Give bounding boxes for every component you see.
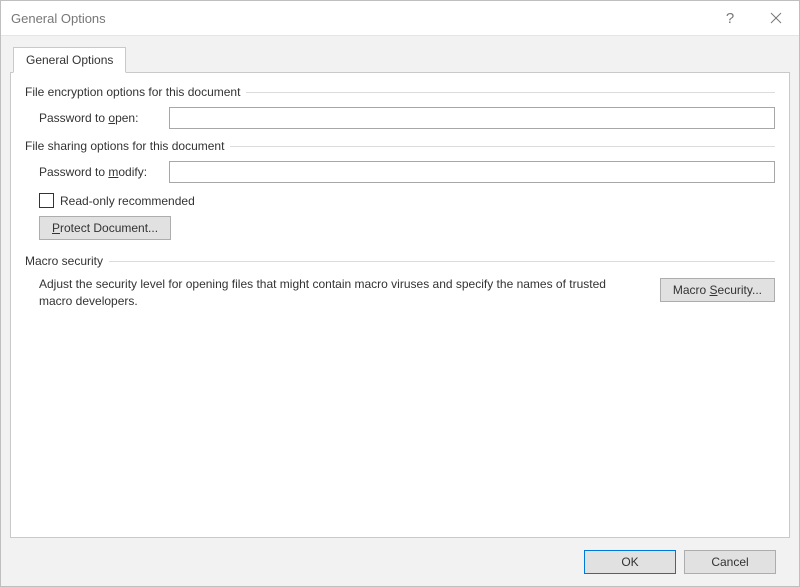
password-open-row: Password to open: bbox=[25, 107, 775, 129]
group-macro-label: Macro security bbox=[25, 254, 103, 268]
group-macro: Macro security bbox=[25, 254, 775, 268]
close-button[interactable] bbox=[753, 1, 799, 35]
readonly-label[interactable]: Read-only recommended bbox=[60, 194, 195, 208]
divider bbox=[246, 92, 775, 93]
close-icon bbox=[770, 12, 782, 24]
titlebar: General Options ? bbox=[1, 1, 799, 35]
help-icon: ? bbox=[726, 11, 734, 26]
password-open-input[interactable] bbox=[169, 107, 775, 129]
help-button[interactable]: ? bbox=[707, 1, 753, 35]
general-options-dialog: General Options ? General Options File e… bbox=[0, 0, 800, 587]
tab-general-options[interactable]: General Options bbox=[13, 47, 126, 73]
group-sharing: File sharing options for this document bbox=[25, 139, 775, 153]
tabpanel: File encryption options for this documen… bbox=[10, 72, 790, 538]
password-modify-input[interactable] bbox=[169, 161, 775, 183]
divider bbox=[230, 146, 775, 147]
readonly-row: Read-only recommended bbox=[25, 193, 775, 208]
window-title: General Options bbox=[11, 11, 106, 26]
macro-security-button[interactable]: Macro Security... bbox=[660, 278, 775, 302]
protect-row: Protect Document... bbox=[25, 216, 775, 240]
group-encryption: File encryption options for this documen… bbox=[25, 85, 775, 99]
macro-description: Adjust the security level for opening fi… bbox=[39, 276, 660, 311]
ok-button[interactable]: OK bbox=[584, 550, 676, 574]
macro-row: Adjust the security level for opening fi… bbox=[25, 276, 775, 311]
password-open-label: Password to open: bbox=[39, 111, 169, 125]
divider bbox=[109, 261, 775, 262]
protect-document-button[interactable]: Protect Document... bbox=[39, 216, 171, 240]
password-modify-row: Password to modify: bbox=[25, 161, 775, 183]
tabstrip: General Options bbox=[10, 46, 790, 72]
group-sharing-label: File sharing options for this document bbox=[25, 139, 224, 153]
cancel-button[interactable]: Cancel bbox=[684, 550, 776, 574]
dialog-body: General Options File encryption options … bbox=[1, 35, 799, 586]
readonly-checkbox[interactable] bbox=[39, 193, 54, 208]
group-encryption-label: File encryption options for this documen… bbox=[25, 85, 240, 99]
password-modify-label: Password to modify: bbox=[39, 165, 169, 179]
dialog-footer: OK Cancel bbox=[10, 538, 790, 586]
